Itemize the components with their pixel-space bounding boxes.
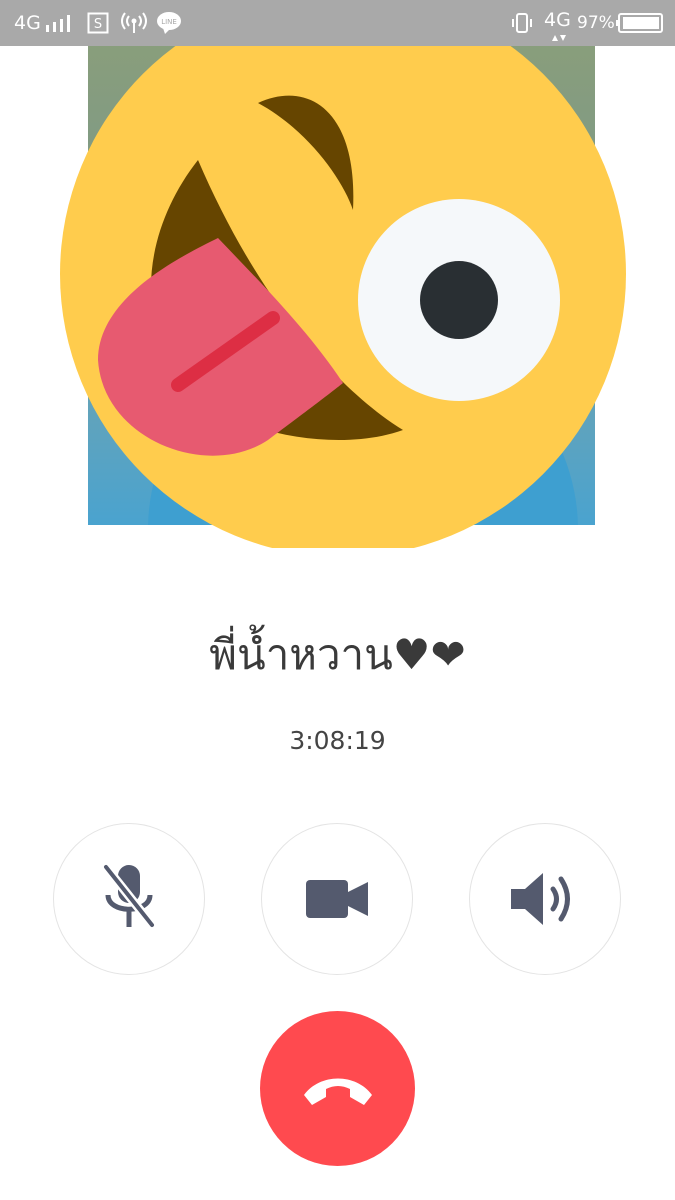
video-call-button[interactable] [261, 823, 413, 975]
app-notification-icon: S [87, 12, 109, 34]
network-type-right: 4G [544, 9, 571, 31]
network-indicator-left: 4G [14, 0, 75, 46]
call-duration: 3:08:19 [289, 726, 386, 755]
caller-name: พี่น้ำหวาน♥❤ [209, 630, 466, 679]
battery-percent: 97% [577, 13, 615, 33]
vibrate-icon [510, 0, 534, 46]
speaker-button[interactable] [469, 823, 621, 975]
winking-tongue-emoji [60, 0, 626, 548]
end-call-button[interactable] [260, 1011, 415, 1166]
line-app-icon: LINE [156, 0, 182, 46]
battery-icon [616, 0, 664, 46]
microphone-muted-icon [102, 864, 156, 928]
app-notification-letter: S [94, 17, 102, 32]
network-indicator-right: 4G [544, 0, 571, 46]
data-arrows-icon [552, 35, 566, 41]
video-camera-icon [306, 880, 368, 918]
app-notification-s: S [87, 0, 109, 46]
status-bar: 4G S LINE 4G 97% [0, 0, 675, 46]
signal-icon [45, 15, 70, 32]
speaker-icon [511, 873, 570, 925]
network-type-left: 4G [14, 12, 41, 34]
mute-button[interactable] [53, 823, 205, 975]
hotspot-icon [120, 0, 148, 46]
hang-up-icon [303, 1078, 372, 1105]
line-icon-label: LINE [161, 18, 177, 26]
